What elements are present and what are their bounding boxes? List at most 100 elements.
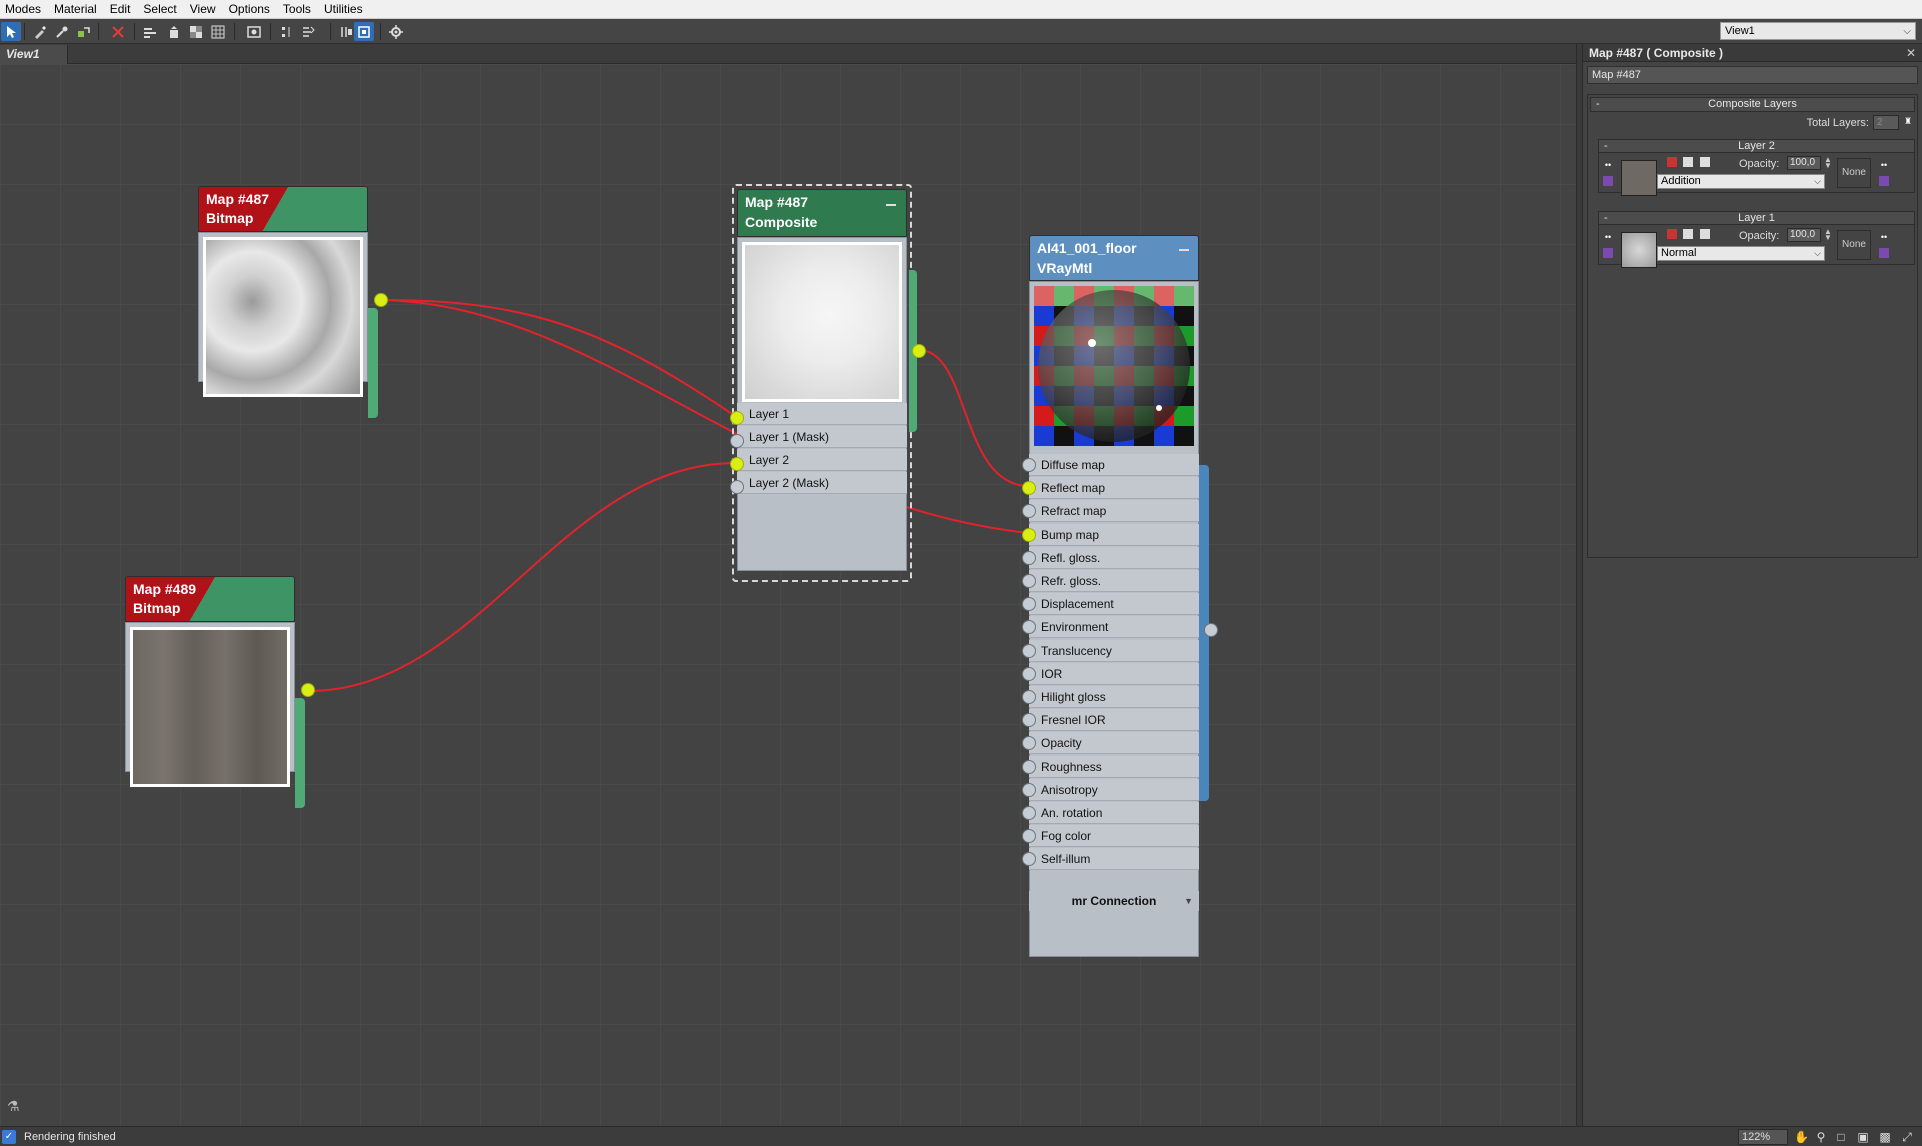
delete-layer-icon[interactable] — [1667, 229, 1677, 239]
layer-header[interactable]: - Layer 1 — [1599, 212, 1914, 225]
zoom-icon[interactable]: ⚲ — [1814, 1130, 1828, 1144]
slot-refract-map[interactable]: Refract map — [1029, 500, 1199, 523]
slot-environment[interactable]: Environment — [1029, 616, 1199, 639]
slot-diffuse-map[interactable]: Diffuse map — [1029, 454, 1199, 476]
zoom-selected-icon[interactable]: ▩ — [1878, 1130, 1892, 1144]
pin-icon[interactable]: ♜ — [1903, 116, 1913, 126]
node-bitmap-487[interactable]: Map #487 Bitmap — [198, 186, 388, 418]
close-icon[interactable]: ✕ — [1906, 44, 1916, 62]
slot-layer-2[interactable]: Layer 2 — [737, 449, 907, 471]
slot-fresnel-ior[interactable]: Fresnel IOR — [1029, 709, 1199, 732]
slot-displacement[interactable]: Displacement — [1029, 593, 1199, 616]
duplicate-layer-icon[interactable] — [1700, 229, 1710, 239]
spinner-icon[interactable]: ▲ ▼ — [1824, 228, 1832, 242]
fit-view-icon[interactable]: ⤢ — [1900, 1130, 1914, 1144]
zoom-region-icon[interactable]: □ — [1834, 1130, 1848, 1144]
input-socket-layer-1-mask[interactable] — [730, 434, 744, 448]
slot-layer-2-mask[interactable]: Layer 2 (Mask) — [737, 472, 907, 494]
blend-mode-select[interactable]: Addition ⌵ — [1657, 174, 1825, 189]
rollout-header[interactable]: - Composite Layers — [1590, 97, 1915, 112]
binoculars-icon[interactable]: ⚗ — [7, 1098, 20, 1115]
output-socket[interactable] — [374, 293, 388, 307]
map-name-field[interactable]: Map #487 — [1587, 66, 1918, 84]
tab-view1[interactable]: View1 — [0, 45, 68, 64]
slot-layer-1-mask[interactable]: Layer 1 (Mask) — [737, 426, 907, 448]
mask-visibility-icon[interactable]: •• — [1879, 160, 1889, 170]
node-bitmap-489[interactable]: Map #489 Bitmap — [125, 576, 315, 808]
menu-edit[interactable]: Edit — [105, 0, 139, 19]
slot-ior[interactable]: IOR — [1029, 662, 1199, 685]
node-composite-487[interactable]: Map #487 Composite Layer 1 Layer 1 (Mask… — [730, 184, 926, 582]
show-map-icon[interactable] — [186, 22, 206, 41]
output-socket[interactable] — [912, 344, 926, 358]
show-background-icon[interactable] — [208, 22, 228, 41]
slot-roughness[interactable]: Roughness — [1029, 755, 1199, 778]
menu-options[interactable]: Options — [224, 0, 278, 19]
blend-mode-select[interactable]: Normal ⌵ — [1657, 246, 1825, 261]
move-children-icon[interactable] — [276, 22, 296, 41]
hide-unused-icon[interactable] — [298, 22, 318, 41]
input-socket[interactable] — [1022, 666, 1036, 681]
rename-layer-icon[interactable] — [1683, 157, 1693, 167]
node-canvas[interactable]: Map #487 Bitmap Map #489 Bitmap Map #487… — [0, 64, 1576, 1126]
assign-icon[interactable] — [74, 22, 94, 41]
visibility-icon[interactable]: •• — [1603, 160, 1613, 170]
node-vraymtl-floor[interactable]: AI41_001_floor VRayMtl mr Connection ▼ D… — [1022, 235, 1218, 965]
mask-color-correct-icon[interactable] — [1879, 176, 1889, 186]
view-dropdown[interactable]: View1 ⌵ — [1720, 22, 1916, 40]
input-socket-layer-1[interactable] — [730, 411, 744, 425]
layer-header[interactable]: - Layer 2 — [1599, 140, 1914, 153]
layout-children-icon[interactable] — [164, 22, 184, 41]
input-socket[interactable] — [1022, 643, 1036, 658]
layout-icon[interactable] — [140, 22, 160, 41]
input-socket[interactable] — [1022, 527, 1036, 542]
select-icon[interactable] — [1, 22, 21, 41]
spinner-icon[interactable]: ▲ ▼ — [1824, 156, 1832, 170]
mask-map-button[interactable]: None — [1837, 230, 1871, 260]
render-icon[interactable] — [244, 22, 264, 41]
slot-bump-map[interactable]: Bump map — [1029, 523, 1199, 546]
input-socket[interactable] — [1022, 759, 1036, 774]
slot-refr-gloss[interactable]: Refr. gloss. — [1029, 570, 1199, 592]
menu-view[interactable]: View — [185, 0, 224, 19]
pipette-icon[interactable] — [52, 22, 72, 41]
input-socket-layer-2[interactable] — [730, 457, 744, 471]
zoom-extents-icon[interactable]: ▣ — [1856, 1130, 1870, 1144]
duplicate-layer-icon[interactable] — [1700, 157, 1710, 167]
input-socket[interactable] — [1022, 782, 1036, 797]
menu-modes[interactable]: Modes — [0, 0, 49, 19]
slot-an-rotation[interactable]: An. rotation — [1029, 802, 1199, 824]
input-socket[interactable] — [1022, 574, 1036, 588]
slot-opacity[interactable]: Opacity — [1029, 732, 1199, 755]
slot-reflect-map[interactable]: Reflect map — [1029, 477, 1199, 500]
pan-icon[interactable]: ✋ — [1794, 1130, 1809, 1144]
visibility-icon[interactable]: •• — [1603, 232, 1613, 242]
layer-thumbnail[interactable] — [1621, 232, 1657, 268]
slot-hilight-gloss[interactable]: Hilight gloss — [1029, 686, 1199, 708]
opacity-field[interactable]: 100,0 — [1787, 156, 1821, 170]
minimize-icon[interactable] — [1179, 249, 1189, 251]
input-socket[interactable] — [1022, 550, 1036, 565]
menu-select[interactable]: Select — [138, 0, 184, 19]
mr-connection-row[interactable]: mr Connection ▼ — [1029, 891, 1199, 911]
zoom-field[interactable]: 122% — [1738, 1129, 1788, 1145]
input-socket-layer-2-mask[interactable] — [730, 480, 744, 494]
menu-material[interactable]: Material — [49, 0, 105, 19]
color-correct-icon[interactable] — [1603, 176, 1613, 186]
slot-refl-gloss[interactable]: Refl. gloss. — [1029, 546, 1199, 569]
input-socket[interactable] — [1022, 806, 1036, 820]
slot-layer-1[interactable]: Layer 1 — [737, 403, 907, 425]
menu-tools[interactable]: Tools — [278, 0, 319, 19]
slot-self-illum[interactable]: Self-illum — [1029, 848, 1199, 871]
slot-translucency[interactable]: Translucency — [1029, 639, 1199, 662]
minimize-icon[interactable] — [886, 204, 896, 206]
slot-anisotropy[interactable]: Anisotropy — [1029, 778, 1199, 801]
delete-layer-icon[interactable] — [1667, 157, 1677, 167]
menu-utilities[interactable]: Utilities — [319, 0, 371, 19]
delete-icon[interactable] — [108, 22, 128, 41]
mask-visibility-icon[interactable]: •• — [1879, 232, 1889, 242]
layout-all-icon[interactable] — [336, 22, 356, 41]
nav-lock-icon[interactable] — [354, 22, 374, 41]
slot-fog-color[interactable]: Fog color — [1029, 825, 1199, 848]
rename-layer-icon[interactable] — [1683, 229, 1693, 239]
